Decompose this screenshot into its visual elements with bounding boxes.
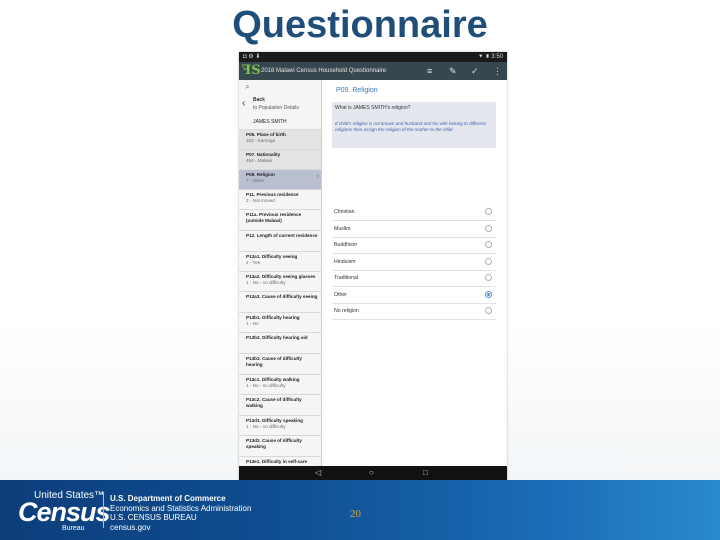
- question-panel: P09. Religion What is JAMES SMITH's reli…: [322, 80, 507, 466]
- question-instruction: If child's religion is not known and hus…: [335, 121, 486, 132]
- answer-option[interactable]: Traditional: [332, 270, 496, 287]
- census-brand-sub: Bureau: [62, 525, 85, 532]
- answer-option[interactable]: Other: [332, 287, 496, 304]
- sidebar-item[interactable]: P09. Religion 7 - Other ›: [239, 170, 321, 190]
- nav-back-icon[interactable]: ◁: [315, 466, 321, 480]
- android-nav-bar: ◁ ○ □: [239, 466, 507, 480]
- answer-option-label: Hinduism: [334, 258, 356, 265]
- answer-option[interactable]: Christian: [332, 204, 496, 221]
- dept-line-4: census.gov: [110, 522, 151, 532]
- person-name: JAMES SMITH: [239, 116, 321, 130]
- sidebar-item[interactable]: P13b1. Difficulty hearing 1 - No: [239, 313, 321, 333]
- sidebar-item-list: P05. Place of birth 102 - Karonga P07. Nat…: [239, 130, 321, 466]
- sidebar-item[interactable]: P13a1. Difficulty seeing 2 - Yes: [239, 252, 321, 272]
- sidebar-item-value: 1 - No - no difficulty: [246, 383, 286, 388]
- answer-option[interactable]: Muslim: [332, 221, 496, 238]
- sidebar-item-value: 1 - No - no difficulty: [246, 280, 286, 285]
- radio-button[interactable]: [485, 307, 492, 314]
- answer-option-label: Traditional: [334, 275, 359, 281]
- sidebar-item-label: P13c2. Cause of difficulty walking: [246, 397, 302, 408]
- sidebar-item-value: 102 - Karonga: [246, 138, 276, 143]
- question-title: P09. Religion: [336, 87, 378, 94]
- question-text: What is JAMES SMITH's religion?: [335, 105, 411, 111]
- sidebar-item-label: P11a. Previous residence (outside Malawi…: [246, 212, 302, 223]
- status-icons-left: ◘ ⚙ ⬇: [243, 54, 261, 60]
- chevron-right-icon: ›: [316, 173, 319, 180]
- sidebar-item-label: P13a3. Cause of difficulty seeing: [246, 294, 318, 299]
- back-button[interactable]: ‹ Back to Population Details: [239, 94, 321, 116]
- app-logo-icon: ꟻS: [242, 63, 261, 78]
- overflow-icon[interactable]: ⋮: [493, 62, 502, 80]
- question-sidebar: ⌕ ‹ Back to Population Details JAMES SMI…: [239, 80, 322, 466]
- tablet-screenshot: ◘ ⚙ ⬇ ⯆ ▮ 3:50 ꟻS 2018 Malawi Census Hou…: [239, 52, 507, 480]
- footer-divider: [103, 492, 104, 528]
- answer-option[interactable]: Hinduism: [332, 254, 496, 271]
- slide-title: Questionnaire: [232, 4, 488, 46]
- sidebar-item-label: P13b2. Difficulty hearing aid: [246, 335, 308, 340]
- dept-line-1: U.S. Department of Commerce: [110, 494, 226, 503]
- sidebar-item[interactable]: P13e1. Difficulty in self-care: [239, 457, 321, 466]
- nav-recent-icon[interactable]: □: [423, 466, 428, 480]
- app-title: 2018 Malawi Census Household Questionnai…: [261, 68, 387, 74]
- sidebar-item[interactable]: P13b3. Cause of difficulty hearing: [239, 354, 321, 375]
- radio-button[interactable]: [485, 224, 492, 232]
- sidebar-item-value: 1 - No - no difficulty: [246, 424, 286, 429]
- radio-button[interactable]: [485, 290, 492, 298]
- radio-button[interactable]: [485, 274, 492, 281]
- sidebar-item-value: 2 - Yes: [246, 260, 261, 265]
- answer-option-label: No religion: [334, 308, 359, 314]
- sidebar-item-value: 454 - Malawi: [246, 158, 273, 163]
- radio-button[interactable]: [485, 241, 492, 248]
- sidebar-item-value: 1 - No: [246, 321, 259, 326]
- page-number: 20: [350, 508, 361, 520]
- edit-icon[interactable]: ✎: [449, 62, 457, 80]
- status-icons-right: ⯆ ▮ 3:50: [478, 54, 503, 60]
- search-icon[interactable]: ⌕: [239, 80, 321, 94]
- answer-option-label: Muslim: [334, 225, 351, 232]
- sidebar-item-value: 2 - Not moved: [246, 198, 275, 203]
- sidebar-item[interactable]: P12. Length of current residence: [239, 231, 321, 252]
- answer-option[interactable]: No religion: [332, 303, 496, 320]
- sidebar-item[interactable]: P13d1. Difficulty speaking 1 - No - no di…: [239, 416, 321, 436]
- app-bar: ꟻS 2018 Malawi Census Household Question…: [239, 62, 507, 80]
- department-block: U.S. Department of Commerce Economics an…: [110, 494, 251, 532]
- sidebar-item[interactable]: P13a2. Difficulty seeing glasses 1 - No -…: [239, 272, 321, 292]
- back-sublabel: to Population Details: [253, 105, 299, 111]
- census-logo: Census: [18, 497, 111, 527]
- dept-line-2: Economics and Statistics Administration: [110, 503, 252, 513]
- answer-option-label: Other: [334, 291, 347, 298]
- answer-option-label: Christian: [334, 209, 355, 215]
- sidebar-item-label: P13b3. Cause of difficulty hearing: [246, 356, 302, 367]
- sidebar-item[interactable]: P13b2. Difficulty hearing aid: [239, 333, 321, 354]
- sidebar-item[interactable]: P11. Previous residence 2 - Not moved: [239, 190, 321, 210]
- hamburger-icon[interactable]: ≡: [427, 62, 432, 80]
- sidebar-item-label: P13e1. Difficulty in self-care: [246, 459, 308, 464]
- sidebar-item[interactable]: P07. Nationality 454 - Malawi: [239, 150, 321, 170]
- answer-option[interactable]: Buddhism: [332, 237, 496, 254]
- sidebar-item-label: P12. Length of current residence: [246, 233, 318, 238]
- sidebar-item[interactable]: P05. Place of birth 102 - Karonga: [239, 130, 321, 150]
- sidebar-item[interactable]: P13c2. Cause of difficulty walking: [239, 395, 321, 416]
- sidebar-item[interactable]: P13c1. Difficulty walking 1 - No - no dif…: [239, 375, 321, 395]
- footer-bar: United States™ Census Bureau U.S. Depart…: [0, 480, 720, 540]
- sidebar-item[interactable]: P11a. Previous residence (outside Malawi…: [239, 210, 321, 231]
- nav-home-icon[interactable]: ○: [369, 466, 374, 480]
- dept-line-3: U.S. CENSUS BUREAU: [110, 513, 197, 522]
- back-arrow-icon: ‹: [242, 98, 246, 109]
- answer-option-label: Buddhism: [334, 242, 358, 248]
- back-label: Back: [253, 97, 265, 103]
- check-icon[interactable]: ✓: [471, 62, 479, 80]
- sidebar-item[interactable]: P13a3. Cause of difficulty seeing: [239, 292, 321, 313]
- radio-button[interactable]: [485, 257, 492, 265]
- sidebar-item[interactable]: P13d2. Cause of difficulty speaking: [239, 436, 321, 457]
- sidebar-item-label: P13d2. Cause of difficulty speaking: [246, 438, 302, 449]
- status-bar: ◘ ⚙ ⬇ ⯆ ▮ 3:50: [239, 52, 507, 62]
- sidebar-item-value: 7 - Other: [246, 178, 265, 183]
- question-box: What is JAMES SMITH's religion? If child…: [332, 102, 496, 148]
- radio-button[interactable]: [485, 208, 492, 215]
